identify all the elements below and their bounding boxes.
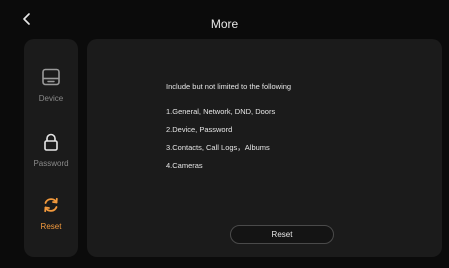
page-title: More [210,17,239,31]
sidebar-item-reset[interactable]: Reset [24,194,78,232]
sidebar-item-device[interactable]: Device [24,66,78,104]
lock-icon [40,131,62,153]
sidebar: Device Password Reset [24,39,78,257]
reset-button[interactable]: Reset [230,225,334,244]
sidebar-item-label: Device [38,94,64,103]
list-item: 3.Contacts, Call Logs，Albums [166,143,270,152]
sidebar-item-label: Password [33,159,69,168]
list-item: 2.Device, Password [166,125,233,134]
reset-scope-list: 1.General, Network, DND, Doors 2.Device,… [166,107,275,179]
reset-panel: Include but not limited to the following… [87,39,442,257]
refresh-icon [40,194,62,216]
device-icon [40,66,62,88]
sidebar-item-password[interactable]: Password [24,131,78,169]
list-item: 4.Cameras [166,161,203,170]
intro-text: Include but not limited to the following [166,82,292,91]
sidebar-item-label: Reset [40,222,62,231]
more-screen: More Device Password Reset Include but n… [0,0,449,268]
list-item: 1.General, Network, DND, Doors [166,107,276,116]
header: More [0,0,449,36]
